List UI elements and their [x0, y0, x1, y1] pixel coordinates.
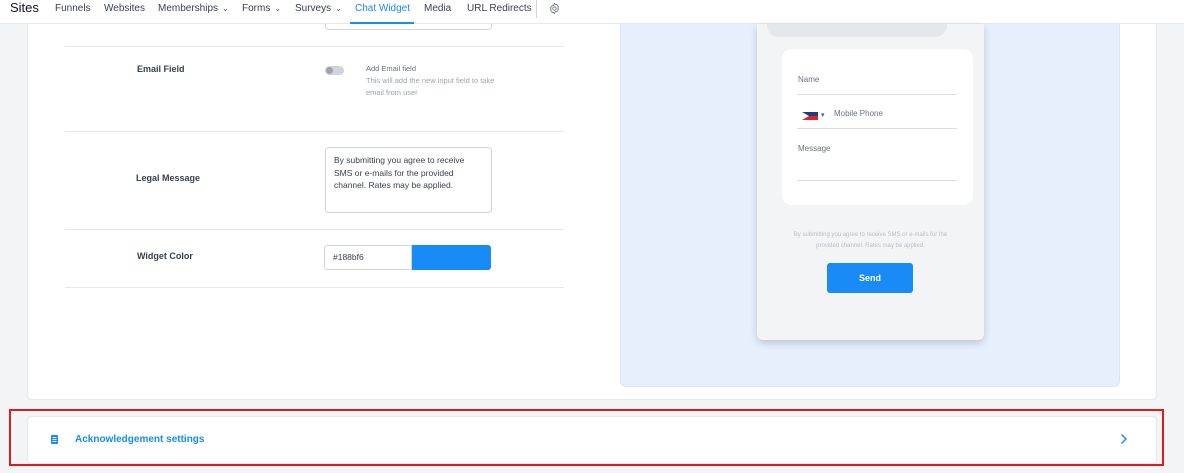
legal-message-label: Legal Message: [136, 173, 201, 183]
preview-form-card: [782, 49, 973, 205]
gear-icon[interactable]: [548, 2, 561, 15]
divider: [65, 229, 564, 230]
nav-item-websites[interactable]: Websites: [104, 3, 145, 15]
toggle-knob: [326, 67, 333, 74]
chevron-down-icon: ⌄: [274, 4, 282, 13]
nav-title: Sites: [10, 0, 39, 15]
widget-color-label: Widget Color: [137, 251, 193, 261]
preview-send-button[interactable]: Send: [827, 263, 913, 293]
field-underline: [797, 180, 957, 181]
nav-item-surveys[interactable]: Surveys ⌄: [295, 3, 342, 15]
email-toggle-title: Add Email field: [366, 64, 417, 73]
caret-down-icon: ▾: [821, 112, 825, 119]
preview-phone-field[interactable]: Mobile Phone: [834, 109, 883, 118]
widget-color-swatch[interactable]: [412, 245, 491, 270]
chevron-down-icon: ⌄: [335, 4, 342, 13]
legal-message-textarea[interactable]: By submitting you agree to receive SMS o…: [325, 147, 492, 213]
nav-divider: [536, 0, 537, 18]
nav-item-media[interactable]: Media: [424, 3, 451, 15]
preview-message-field[interactable]: Message: [798, 144, 830, 153]
previous-field-input[interactable]: [325, 24, 492, 30]
email-field-label: Email Field: [137, 64, 185, 74]
philippines-flag-icon[interactable]: [802, 112, 818, 120]
nav-item-memberships[interactable]: Memberships ⌄: [158, 3, 229, 15]
highlight-box: [9, 409, 1164, 466]
field-underline: [797, 94, 957, 95]
email-field-toggle[interactable]: [325, 66, 344, 75]
chevron-down-icon: ⌄: [222, 4, 229, 13]
top-nav: Sites Funnels Websites Memberships ⌄ Form…: [0, 0, 1184, 24]
divider: [65, 131, 564, 132]
divider: [65, 46, 564, 47]
preview-name-field[interactable]: Name: [798, 75, 819, 84]
nav-item-chat-widget[interactable]: Chat Widget: [355, 3, 410, 15]
field-underline: [797, 128, 957, 129]
nav-item-forms[interactable]: Forms ⌄: [242, 3, 281, 15]
email-toggle-description: This will add the new input field to tak…: [366, 76, 495, 97]
widget-color-input[interactable]: #188bf6: [324, 245, 412, 270]
nav-item-funnels[interactable]: Funnels: [55, 3, 91, 15]
divider: [65, 287, 564, 288]
chat-bubble: [767, 24, 947, 37]
nav-item-url-redirects[interactable]: URL Redirects: [467, 3, 532, 15]
preview-legal-text: By submitting you agree to receive SMS o…: [793, 232, 948, 249]
